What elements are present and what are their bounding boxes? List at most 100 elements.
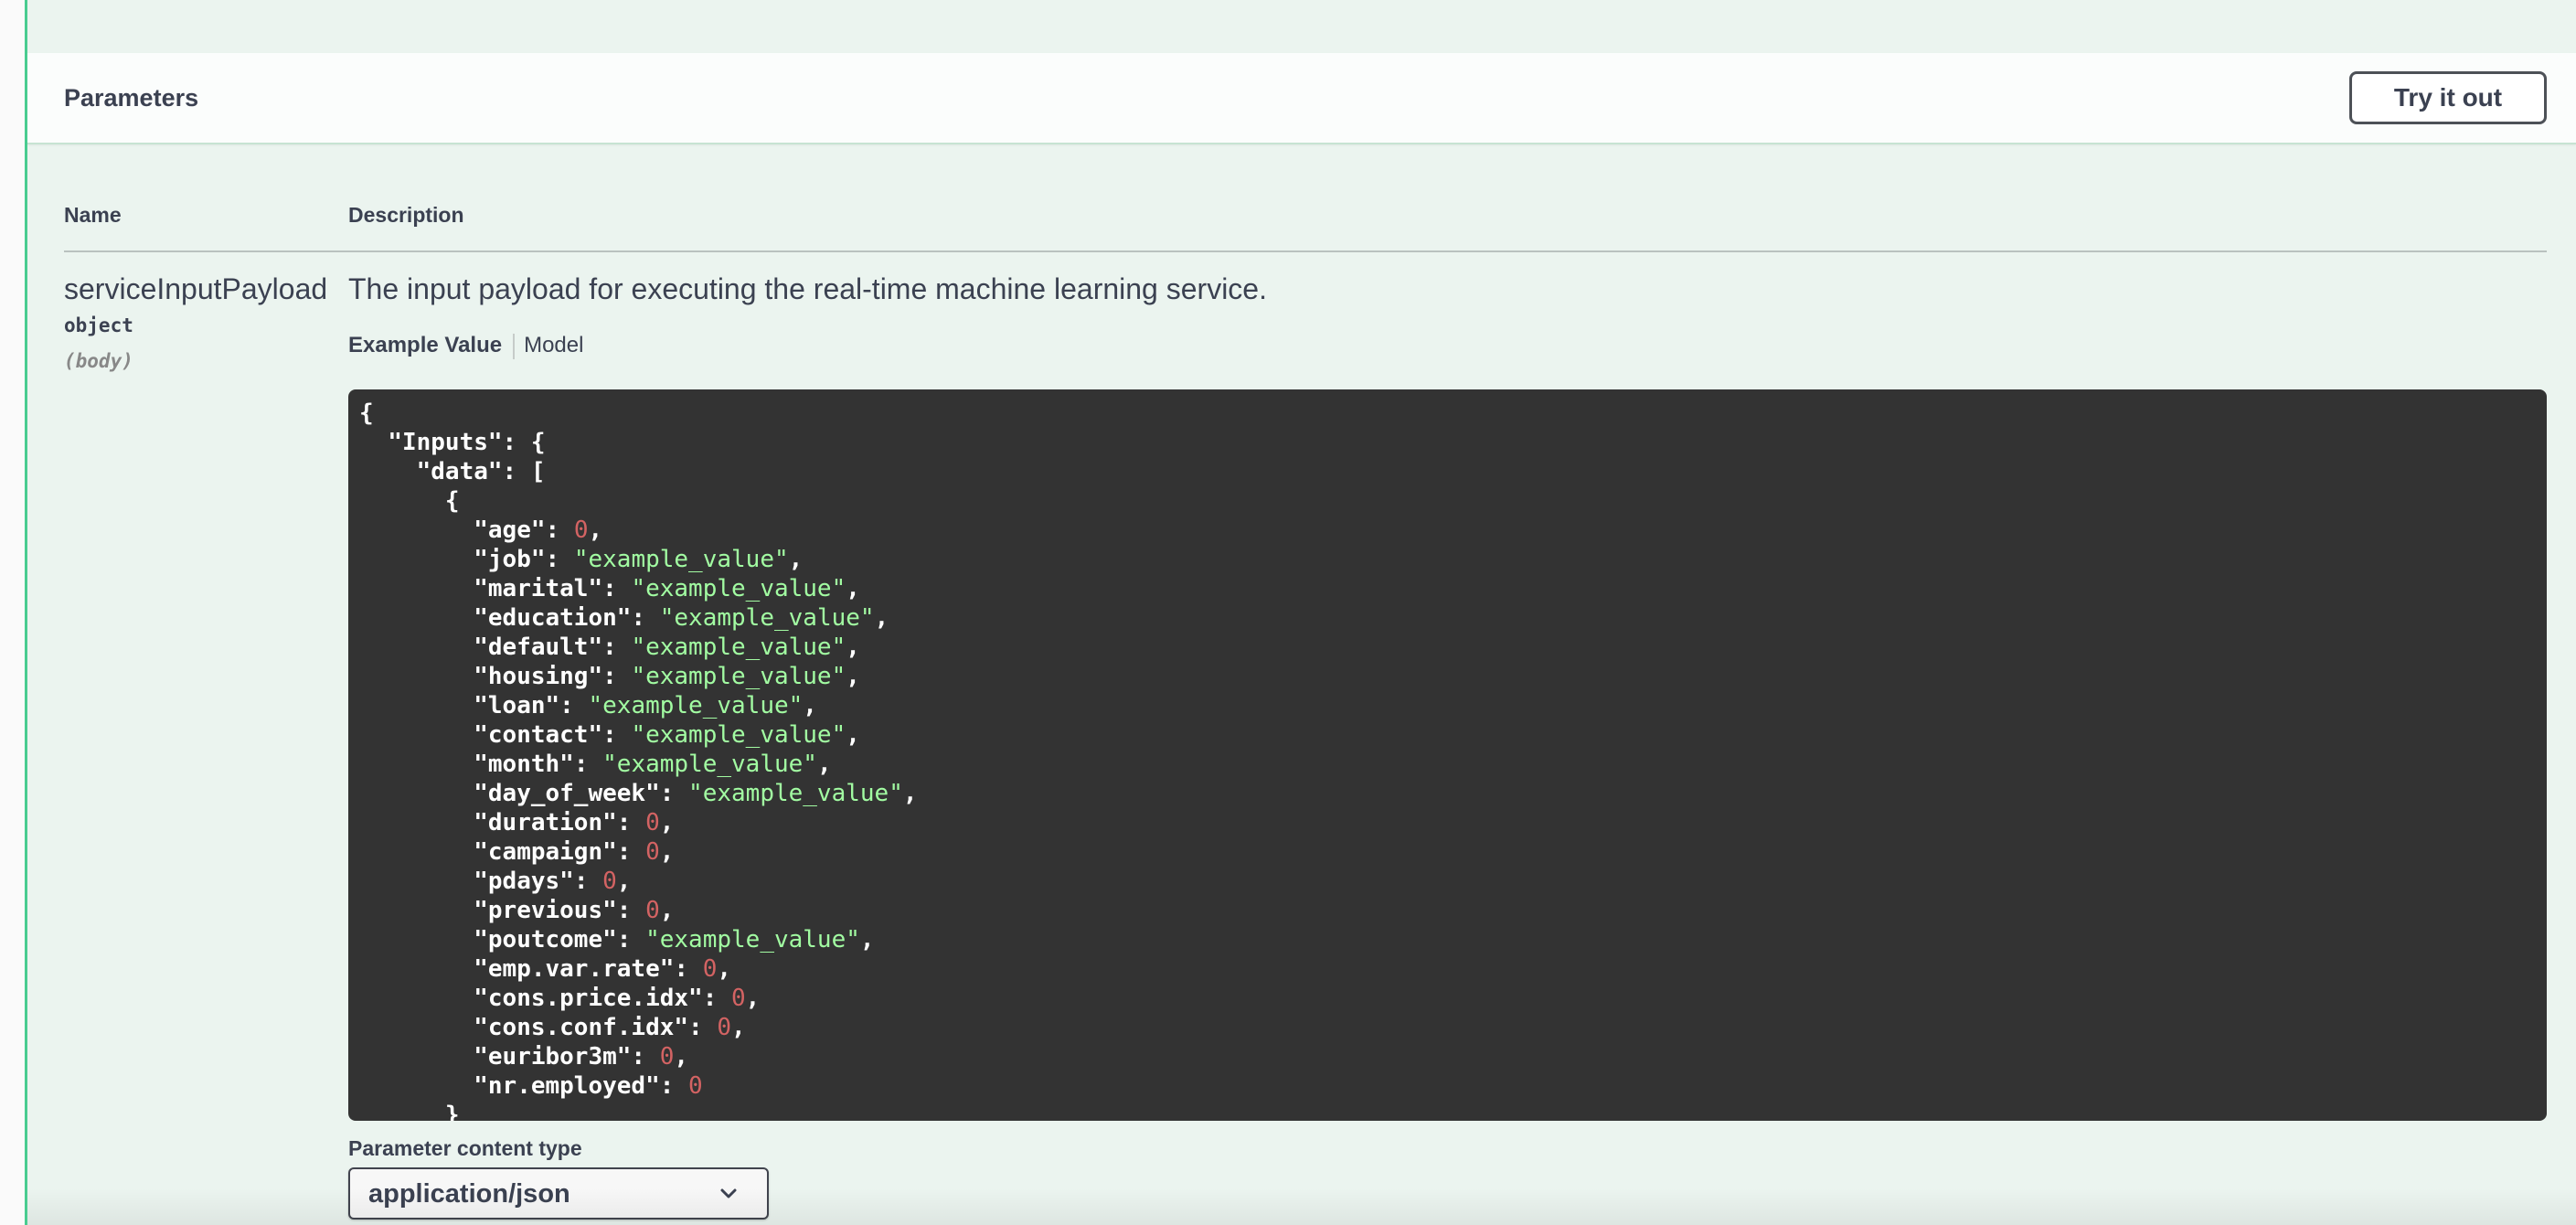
code-string-value: "example_value" <box>573 546 789 573</box>
code-number-value: 0 <box>717 1014 732 1041</box>
code-text: "Inputs": { <box>388 429 546 456</box>
code-key: education <box>487 604 617 632</box>
parameter-type: object <box>64 314 133 336</box>
header-divider <box>64 250 2547 252</box>
code-line: "education": "example_value", <box>474 604 889 632</box>
tab-example-value[interactable]: Example Value <box>348 333 502 357</box>
code-number-value: 0 <box>645 897 660 924</box>
tab-model[interactable]: Model <box>524 333 583 357</box>
code-string-value: "example_value" <box>588 692 804 719</box>
code-number-value: 0 <box>702 955 718 983</box>
code-key: default <box>487 634 589 661</box>
code-key: age <box>487 517 531 544</box>
column-header-description: Description <box>348 203 464 227</box>
code-number-value: 0 <box>688 1072 703 1100</box>
content-type-value: application/json <box>368 1179 570 1209</box>
code-line: "Inputs": { <box>359 429 546 456</box>
code-string-value: "example_value" <box>602 751 817 778</box>
example-tabs: Example Value Model <box>348 333 583 359</box>
code-string-text: example_value <box>645 575 832 602</box>
code-string-text: example_value <box>588 546 774 573</box>
code-string-value: "example_value" <box>688 780 903 807</box>
code-key: cons.price.idx <box>487 985 689 1012</box>
code-key: duration <box>487 809 603 836</box>
code-number-value: 0 <box>659 1043 675 1071</box>
column-header-name: Name <box>64 203 122 227</box>
code-string-text: example_value <box>602 692 789 719</box>
parameter-description: The input payload for executing the real… <box>348 272 1267 305</box>
code-key: day_of_week <box>487 780 646 807</box>
code-key: euribor3m <box>487 1043 617 1071</box>
code-key: cons.conf.idx <box>487 1014 675 1041</box>
code-number-value: 0 <box>645 838 660 866</box>
code-string-text: example_value <box>702 780 889 807</box>
code-text: "data": [ <box>416 458 546 485</box>
content-type-label: Parameter content type <box>348 1136 582 1160</box>
code-line: "age": 0, <box>474 517 603 544</box>
code-key: nr.employed <box>487 1072 646 1100</box>
tab-divider <box>513 333 516 359</box>
parameters-header: Parameters Try it out <box>27 53 2576 144</box>
code-string-text: example_value <box>645 663 832 690</box>
code-string-value: "example_value" <box>659 604 875 632</box>
code-key: poutcome <box>487 926 603 953</box>
code-key: loan <box>487 692 546 719</box>
code-number-value: 0 <box>731 985 746 1012</box>
section-title: Parameters <box>64 84 199 112</box>
code-number-value: 0 <box>573 517 589 544</box>
code-key: marital <box>487 575 589 602</box>
code-string-value: "example_value" <box>631 721 846 749</box>
code-key: month <box>487 751 560 778</box>
code-line: "emp.var.rate": 0, <box>474 955 732 983</box>
code-line: "campaign": 0, <box>474 838 675 866</box>
code-string-value: "example_value" <box>645 926 860 953</box>
code-number-value: 0 <box>645 809 660 836</box>
code-line: "housing": "example_value", <box>474 663 860 690</box>
code-string-text: example_value <box>645 721 832 749</box>
code-key: campaign <box>487 838 603 866</box>
code-line: "nr.employed": 0 <box>474 1072 703 1100</box>
code-line: "cons.conf.idx": 0, <box>474 1014 746 1041</box>
code-string-text: example_value <box>645 634 832 661</box>
code-line: } <box>359 1102 460 1121</box>
code-line: "loan": "example_value", <box>474 692 817 719</box>
code-line: "pdays": 0, <box>474 868 632 895</box>
code-line: "day_of_week": "example_value", <box>474 780 918 807</box>
code-line: { <box>359 399 374 427</box>
code-key: pdays <box>487 868 560 895</box>
code-line: "previous": 0, <box>474 897 675 924</box>
code-line: "data": [ <box>359 458 546 485</box>
try-it-out-button[interactable]: Try it out <box>2349 71 2547 124</box>
code-key: job <box>487 546 531 573</box>
code-number-value: 0 <box>602 868 617 895</box>
code-line: "cons.price.idx": 0, <box>474 985 761 1012</box>
code-string-value: "example_value" <box>631 634 846 661</box>
code-text: } <box>444 1102 460 1121</box>
code-string-value: "example_value" <box>631 575 846 602</box>
code-line: "default": "example_value", <box>474 634 860 661</box>
content-type-select[interactable]: application/json <box>348 1167 769 1220</box>
code-line: "contact": "example_value", <box>474 721 860 749</box>
code-text: { <box>359 399 374 427</box>
example-value-code-block[interactable]: { "Inputs": { "data": [ { "age": 0, "job… <box>348 389 2547 1121</box>
parameter-location: (body) <box>64 350 133 372</box>
example-json: { "Inputs": { "data": [ { "age": 0, "job… <box>348 389 2547 1121</box>
code-text: { <box>444 487 460 515</box>
code-line: "month": "example_value", <box>474 751 832 778</box>
code-line: "duration": 0, <box>474 809 675 836</box>
code-key: contact <box>487 721 589 749</box>
code-string-value: "example_value" <box>631 663 846 690</box>
code-string-text: example_value <box>659 926 846 953</box>
code-line: "poutcome": "example_value", <box>474 926 875 953</box>
code-line: { <box>359 487 460 515</box>
code-key: emp.var.rate <box>487 955 660 983</box>
code-string-text: example_value <box>616 751 804 778</box>
code-key: previous <box>487 897 603 924</box>
code-string-text: example_value <box>674 604 860 632</box>
operation-block: Parameters Try it out Name Description s… <box>25 0 2576 1225</box>
code-key: housing <box>487 663 589 690</box>
code-line: "euribor3m": 0, <box>474 1043 689 1071</box>
code-line: "job": "example_value", <box>474 546 804 573</box>
chevron-down-icon <box>720 1188 737 1198</box>
parameter-name: serviceInputPayload <box>64 272 328 305</box>
